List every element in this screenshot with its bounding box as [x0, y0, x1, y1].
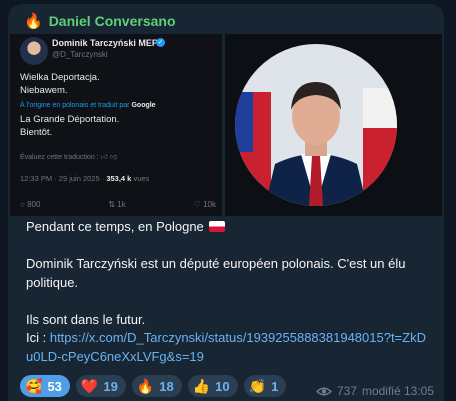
- fire-icon: 🔥: [24, 11, 43, 30]
- message-paragraph: Ils sont dans le futur.: [26, 311, 146, 327]
- reaction-count: 1: [271, 378, 279, 394]
- eye-icon: [315, 387, 332, 395]
- reaction-count: 19: [103, 378, 118, 394]
- reaction-count: 53: [47, 378, 62, 394]
- message-paragraph: Pendant ce temps, en Pologne: [26, 219, 204, 234]
- tweet-handle: @D_Tarczynski: [52, 50, 108, 59]
- google-brand: Google: [131, 102, 156, 109]
- tweet-meta: 12:33 PM · 29 juin 2025 · 353,4 k vues: [20, 174, 149, 183]
- tweet-actions: ○ 800 ⇅ 1k ♡ 10k: [20, 200, 216, 209]
- rate-label: Évaluez cette traduction :: [20, 154, 99, 161]
- translation-note: À l'origine en polonais et traduit par G…: [20, 102, 156, 109]
- like-stat: ♡ 10k: [194, 200, 216, 209]
- heart-icon: ❤️: [80, 378, 99, 394]
- media-album: Dominik Tarczyński MEP ✓ @D_Tarczynski W…: [10, 34, 442, 216]
- tweet-text-line: Wielka Deportacja.: [20, 72, 100, 83]
- thumbs-up-icon: 👍: [192, 378, 211, 394]
- verified-icon: ✓: [156, 38, 165, 47]
- reaction-clap[interactable]: 👏 1: [243, 375, 287, 397]
- reaction-fire[interactable]: 🔥 18: [131, 375, 182, 397]
- thumbs-up-icon: 👍︎: [100, 154, 108, 161]
- reaction-smiling-hearts[interactable]: 🥰 53: [20, 375, 70, 397]
- rate-translation: Évaluez cette traduction : 👍︎ 👎︎: [20, 152, 117, 161]
- tweet-views-count: 353,4 k: [106, 174, 132, 183]
- retweet-count: 1k: [117, 200, 126, 209]
- message-bubble: 🔥 Daniel Conversano Dominik Tarczyński M…: [8, 4, 444, 401]
- tweet-avatar: [20, 37, 48, 65]
- tweet-translation-line: Bientôt.: [20, 127, 53, 138]
- profile-photo[interactable]: [225, 34, 442, 216]
- reaction-thumbs-up[interactable]: 👍 10: [187, 375, 238, 397]
- message-header: 🔥 Daniel Conversano: [24, 10, 176, 32]
- retweet-icon: ⇅: [108, 200, 116, 209]
- reaction-count: 10: [215, 378, 230, 394]
- reply-count: 800: [27, 200, 41, 209]
- clap-icon: 👏: [248, 378, 267, 394]
- message-footer: 737 modifié 13:05: [315, 384, 434, 398]
- portrait-image: [235, 44, 397, 206]
- translation-note-text: À l'origine en polonais et traduit par: [20, 102, 130, 109]
- reaction-count: 18: [159, 378, 174, 394]
- tweet-translation-line: La Grande Déportation.: [20, 114, 120, 125]
- like-count: 10k: [203, 200, 216, 209]
- tweet-time: 12:33 PM · 29 juin 2025 ·: [20, 174, 105, 183]
- tweet-screenshot[interactable]: Dominik Tarczyński MEP ✓ @D_Tarczynski W…: [10, 34, 222, 216]
- reply-stat: ○ 800: [20, 200, 40, 209]
- message-text: Pendant ce temps, en Pologne Dominik Tar…: [26, 218, 426, 366]
- tweet-text-line: Niebawem.: [20, 85, 68, 96]
- fire-icon: 🔥: [136, 378, 155, 394]
- link-prefix: Ici :: [26, 330, 50, 345]
- smiling-hearts-icon: 🥰: [25, 378, 43, 394]
- reactions-bar: 🥰 53 ❤️ 19 🔥 18 👍 10 👏 1: [20, 375, 287, 397]
- thumbs-down-icon: 👎︎: [109, 154, 117, 161]
- reaction-heart[interactable]: ❤️ 19: [75, 375, 126, 397]
- heart-icon: ♡: [193, 200, 201, 209]
- edited-timestamp: modifié 13:05: [361, 384, 434, 398]
- sender-name[interactable]: Daniel Conversano: [49, 13, 176, 29]
- view-count: 737: [336, 384, 357, 398]
- poland-flag-icon: [209, 221, 226, 232]
- message-paragraph: Dominik Tarczyński est un député europée…: [26, 256, 406, 290]
- tweet-views-label: vues: [133, 174, 150, 183]
- retweet-stat: ⇅ 1k: [108, 200, 125, 209]
- reply-icon: ○: [20, 200, 25, 209]
- tweet-link[interactable]: https://x.com/D_Tarczynski/status/193925…: [26, 330, 426, 364]
- tweet-author-name: Dominik Tarczyński MEP: [52, 38, 158, 48]
